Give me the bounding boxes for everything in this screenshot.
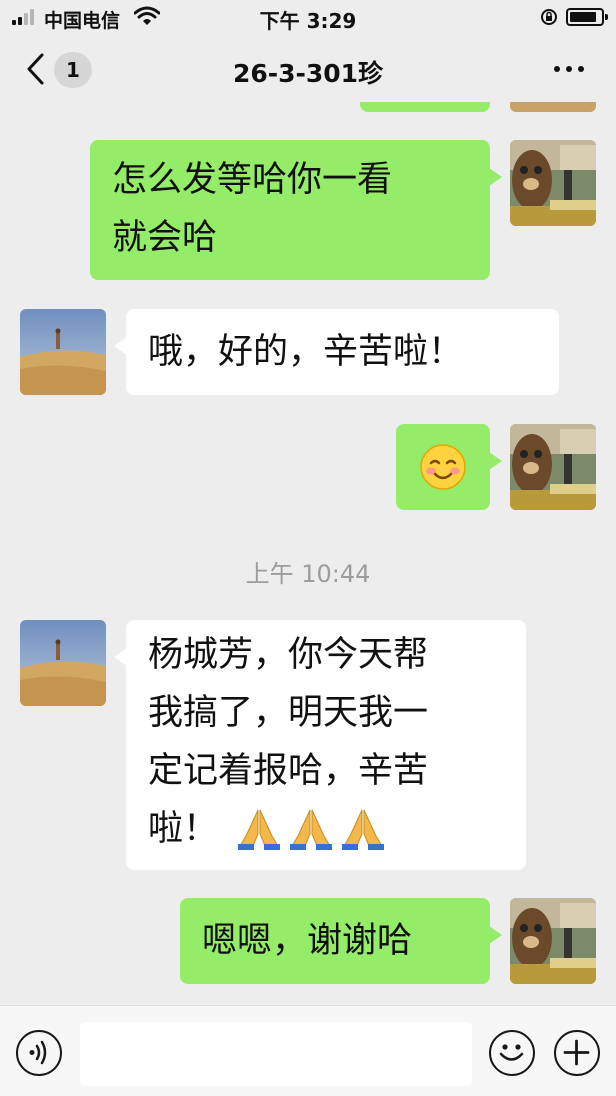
smiling-face-icon bbox=[420, 444, 466, 490]
message-line: 哦，好的，辛苦啦！ bbox=[148, 332, 464, 372]
message-line: 我搞了，明天我一 bbox=[148, 693, 429, 733]
plus-sign-icon bbox=[563, 1039, 590, 1066]
status-bar: 中国电信 下午 3:29 bbox=[0, 0, 616, 36]
message-line: 就会哈 bbox=[112, 218, 218, 258]
chat-title: 26-3-301珍 bbox=[232, 59, 384, 88]
message-line-with-emoji: 啦！ bbox=[148, 800, 504, 858]
smile-face-outline-icon bbox=[499, 1044, 524, 1061]
message-list[interactable]: 怎么发等哈你一看 就会哈 哦，好的，辛苦啦！ 上午 10:44 杨城芳，你今天帮… bbox=[0, 102, 616, 1005]
battery-icon bbox=[566, 8, 608, 26]
voice-icon[interactable] bbox=[16, 1030, 62, 1076]
avatar-self[interactable] bbox=[510, 898, 596, 984]
incoming-message[interactable]: 杨城芳，你今天帮 我搞了，明天我一 定记着报哈，辛苦 啦！ bbox=[114, 620, 526, 870]
voice-waves-icon bbox=[29, 1040, 47, 1065]
avatar-self[interactable] bbox=[510, 424, 596, 510]
message-input[interactable] bbox=[80, 1022, 472, 1086]
outgoing-message[interactable]: 嗯嗯，谢谢哈 bbox=[180, 898, 502, 984]
message-line: 杨城芳，你今天帮 bbox=[148, 635, 429, 675]
folded-hands-icon bbox=[342, 809, 384, 850]
outgoing-message[interactable]: 怎么发等哈你一看 就会哈 bbox=[90, 140, 502, 280]
time-divider: 上午 10:44 bbox=[245, 560, 371, 588]
rotation-lock-icon bbox=[541, 9, 557, 25]
message-line: 啦！ bbox=[148, 809, 219, 849]
avatar-contact[interactable] bbox=[20, 309, 106, 395]
avatar-self[interactable] bbox=[510, 140, 596, 226]
status-time: 下午 3:29 bbox=[259, 9, 357, 33]
input-bar bbox=[0, 1005, 616, 1096]
plus-icon[interactable] bbox=[554, 1030, 600, 1076]
message-line: 嗯嗯，谢谢哈 bbox=[202, 921, 413, 961]
avatar-self-partial bbox=[510, 102, 596, 112]
outgoing-emoji-message[interactable] bbox=[396, 424, 502, 510]
more-dots-icon[interactable] bbox=[548, 64, 590, 74]
avatar-contact[interactable] bbox=[20, 620, 106, 706]
incoming-message[interactable]: 哦，好的，辛苦啦！ bbox=[114, 309, 559, 395]
message-line: 怎么发等哈你一看 bbox=[112, 160, 393, 200]
folded-hands-icon bbox=[238, 809, 280, 850]
partial-outgoing-bubble bbox=[360, 102, 490, 112]
emoji-icon[interactable] bbox=[489, 1030, 535, 1076]
chat-header: 1 26-3-301珍 bbox=[0, 36, 616, 102]
message-line: 定记着报哈，辛苦 bbox=[148, 751, 429, 791]
folded-hands-icon bbox=[290, 809, 332, 850]
